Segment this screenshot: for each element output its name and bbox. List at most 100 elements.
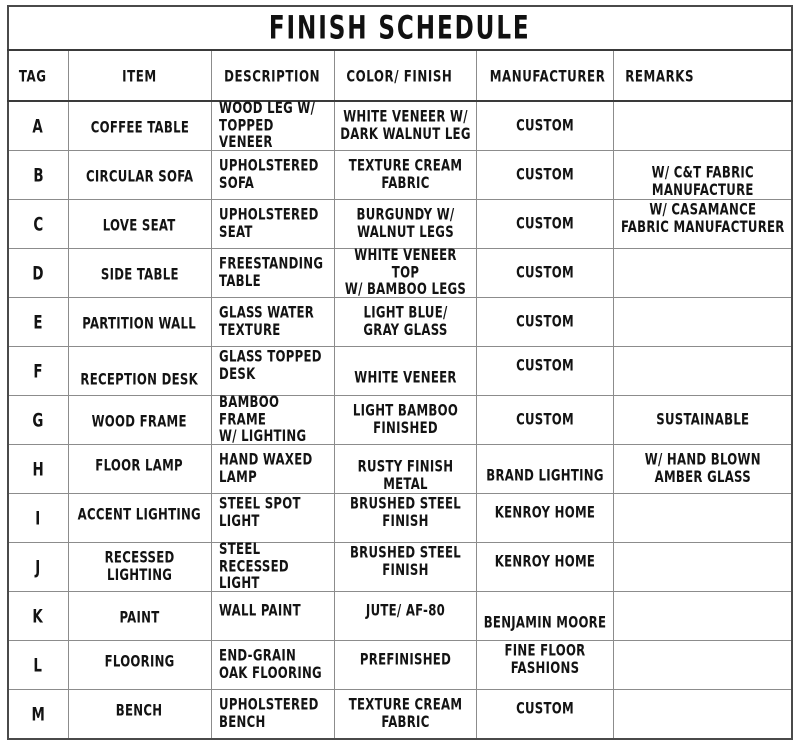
table-row: B CIRCULAR SOFA UPHOLSTERED SOFA TEXTURE…: [7, 150, 793, 200]
item-value: PAINT: [119, 608, 160, 627]
cell-color-finish: LIGHT BLUE/ GRAY GLASS: [333, 297, 477, 347]
cell-tag: L: [7, 640, 69, 690]
cell-color-finish: BURGUNDY W/ WALNUT LEGS: [333, 199, 477, 249]
column-header-description: DESCRIPTION: [210, 49, 335, 102]
cell-item: FLOORING: [67, 640, 212, 690]
manufacturer-value: CUSTOM: [515, 165, 574, 184]
column-header-tag-label: TAG: [18, 67, 47, 87]
tag-value: B: [32, 163, 44, 186]
cell-item: PAINT: [67, 591, 212, 641]
tag-value: F: [33, 359, 44, 382]
table-row: M BENCH UPHOLSTERED BENCH TEXTURE CREAM …: [7, 689, 793, 740]
cell-item: RECESSED LIGHTING: [67, 542, 212, 592]
tag-value: M: [31, 702, 46, 725]
cell-remarks: [612, 591, 793, 641]
cell-description: UPHOLSTERED BENCH: [210, 689, 335, 740]
manufacturer-value: KENROY HOME: [494, 552, 595, 571]
color-finish-value: LIGHT BLUE/ GRAY GLASS: [362, 303, 448, 340]
cell-item: LOVE SEAT: [67, 199, 212, 249]
cell-manufacturer: CUSTOM: [475, 297, 614, 347]
manufacturer-value: BENJAMIN MOORE: [483, 613, 606, 632]
column-header-color-finish: COLOR/ FINISH: [333, 49, 477, 102]
cell-item: FLOOR LAMP: [67, 444, 212, 494]
column-header-remarks: REMARKS: [612, 49, 793, 102]
cell-color-finish: BRUSHED STEEL FINISH: [333, 542, 477, 592]
color-finish-value: WHITE VENEER: [353, 368, 457, 387]
cell-description: WALL PAINT: [210, 591, 335, 641]
finish-schedule-table: FINISH SCHEDULE TAG ITEM DESCRIPTION COL…: [7, 5, 794, 740]
cell-remarks: [612, 100, 793, 151]
item-value: LOVE SEAT: [103, 216, 176, 235]
color-finish-value: TEXTURE CREAM FABRIC: [348, 156, 462, 193]
cell-description: STEEL SPOT LIGHT: [210, 493, 335, 543]
color-finish-value: BRUSHED STEEL FINISH: [349, 543, 461, 580]
cell-remarks: [612, 542, 793, 592]
column-header-description-label: DESCRIPTION: [223, 67, 320, 87]
cell-tag: J: [7, 542, 69, 592]
cell-tag: F: [7, 346, 69, 396]
cell-manufacturer: FINE FLOOR FASHIONS: [475, 640, 614, 690]
description-value: STEEL RECESSED LIGHT: [218, 540, 289, 593]
manufacturer-value: CUSTOM: [515, 214, 574, 233]
color-finish-value: TEXTURE CREAM FABRIC: [348, 695, 462, 732]
description-value: WALL PAINT: [218, 601, 301, 620]
tag-value: I: [35, 506, 41, 529]
column-header-manufacturer-label: MANUFACTURER: [489, 67, 605, 87]
cell-item: SIDE TABLE: [67, 248, 212, 298]
cell-color-finish: WHITE VENEER: [333, 346, 477, 396]
cell-color-finish: WHITE VENEER TOP W/ BAMBOO LEGS: [333, 246, 477, 299]
cell-item: RECEPTION DESK: [67, 346, 212, 396]
remarks-value: W/ HAND BLOWN AMBER GLASS: [644, 450, 761, 487]
cell-description: GLASS TOPPED DESK: [210, 346, 335, 396]
tag-value: D: [32, 261, 45, 284]
cell-manufacturer: BRAND LIGHTING: [475, 444, 614, 494]
manufacturer-value: CUSTOM: [515, 116, 574, 135]
cell-remarks: [612, 689, 793, 740]
cell-tag: A: [7, 100, 69, 151]
color-finish-value: RUSTY FINISH METAL: [357, 457, 453, 494]
color-finish-value: BRUSHED STEEL FINISH: [349, 494, 461, 531]
tag-value: E: [33, 310, 44, 333]
color-finish-value: WHITE VENEER TOP W/ BAMBOO LEGS: [344, 246, 466, 299]
cell-manufacturer: BENJAMIN MOORE: [475, 591, 614, 641]
cell-remarks: [612, 346, 793, 396]
table-header-row: TAG ITEM DESCRIPTION COLOR/ FINISH MANUF…: [7, 49, 793, 102]
column-header-item-label: ITEM: [122, 67, 157, 87]
tag-value: J: [35, 555, 41, 578]
item-value: ACCENT LIGHTING: [77, 505, 202, 524]
cell-remarks: [612, 493, 793, 543]
cell-remarks: [612, 640, 793, 690]
cell-color-finish: TEXTURE CREAM FABRIC: [333, 150, 477, 200]
cell-remarks: W/ HAND BLOWN AMBER GLASS: [612, 444, 793, 494]
manufacturer-value: CUSTOM: [515, 356, 574, 375]
description-value: FREESTANDING TABLE: [218, 254, 323, 291]
column-header-item: ITEM: [67, 49, 212, 102]
table-row: I ACCENT LIGHTING STEEL SPOT LIGHT BRUSH…: [7, 493, 793, 543]
item-value: BENCH: [116, 701, 163, 720]
cell-color-finish: PREFINISHED: [333, 640, 477, 690]
tag-value: H: [32, 457, 45, 480]
tag-value: G: [32, 408, 44, 431]
cell-color-finish: RUSTY FINISH METAL: [333, 444, 477, 494]
cell-description: UPHOLSTERED SEAT: [210, 199, 335, 249]
cell-remarks: [612, 297, 793, 347]
manufacturer-value: CUSTOM: [515, 263, 574, 282]
cell-tag: E: [7, 297, 69, 347]
cell-item: PARTITION WALL: [67, 297, 212, 347]
remarks-value: W/ C&T FABRIC MANUFACTURE: [651, 163, 754, 200]
cell-color-finish: TEXTURE CREAM FABRIC: [333, 689, 477, 740]
item-value: RECEPTION DESK: [80, 370, 199, 389]
cell-manufacturer: CUSTOM: [475, 199, 614, 249]
cell-remarks: [612, 248, 793, 298]
tag-value: L: [33, 653, 43, 676]
description-value: BAMBOO FRAME W/ LIGHTING: [218, 393, 306, 446]
cell-tag: B: [7, 150, 69, 200]
table-row: L FLOORING END-GRAIN OAK FLOORING PREFIN…: [7, 640, 793, 690]
manufacturer-value: CUSTOM: [515, 410, 574, 429]
item-value: RECESSED LIGHTING: [104, 548, 175, 585]
table-row: J RECESSED LIGHTING STEEL RECESSED LIGHT…: [7, 540, 793, 593]
cell-tag: G: [7, 395, 69, 445]
finish-schedule-sheet: FINISH SCHEDULE TAG ITEM DESCRIPTION COL…: [0, 0, 798, 740]
description-value: UPHOLSTERED SEAT: [218, 205, 319, 242]
title-row: FINISH SCHEDULE: [7, 5, 793, 51]
